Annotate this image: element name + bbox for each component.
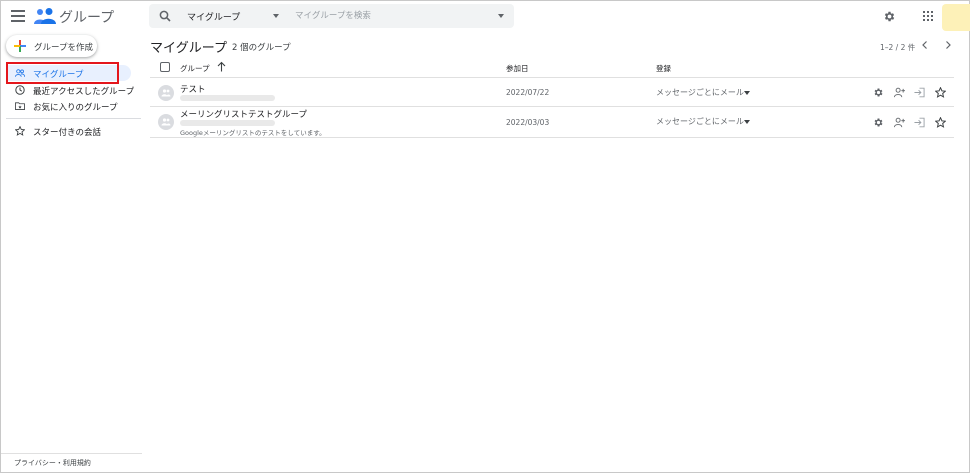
joined-date: 2022/03/03 xyxy=(506,118,550,127)
create-group-label: グループを作成 xyxy=(34,43,93,53)
scope-dropdown-icon[interactable] xyxy=(273,14,279,18)
sort-arrow-up-icon[interactable] xyxy=(217,61,226,72)
group-name[interactable]: テスト xyxy=(180,83,206,95)
joined-date: 2022/07/22 xyxy=(506,88,550,97)
sidebar-item-label: スター付きの会話 xyxy=(33,128,102,138)
privacy-terms-link[interactable]: プライバシー・利用規約 xyxy=(14,458,91,468)
subscription-select[interactable]: メッセージごとにメール xyxy=(656,116,744,127)
annotation-highlight-box xyxy=(6,62,119,84)
add-member-icon[interactable] xyxy=(894,87,905,98)
group-description: Googleメーリングリストのテストをしています。 xyxy=(180,129,326,137)
subscription-select[interactable]: メッセージごとにメール xyxy=(656,87,744,98)
sidebar-footer-divider xyxy=(1,453,142,454)
search-scope-label[interactable]: マイグループ xyxy=(187,10,240,23)
plus-icon xyxy=(14,40,26,52)
favorite-star-icon[interactable] xyxy=(935,117,946,128)
search-bar: マイグループ xyxy=(149,4,514,28)
folder-star-icon xyxy=(15,102,25,110)
chevron-right-icon[interactable] xyxy=(943,40,953,50)
search-options-icon[interactable] xyxy=(498,14,504,18)
group-email-redacted xyxy=(180,120,275,126)
group-settings-icon[interactable] xyxy=(873,87,884,98)
leave-group-icon[interactable] xyxy=(914,87,925,98)
chevron-left-icon[interactable] xyxy=(920,40,930,50)
group-name[interactable]: メーリングリストテストグループ xyxy=(180,108,307,120)
column-header-subscription: 登録 xyxy=(656,64,671,73)
page-title: マイグループ xyxy=(150,41,227,56)
star-icon xyxy=(15,126,25,136)
group-avatar xyxy=(158,114,174,130)
clock-icon xyxy=(15,85,25,95)
create-group-button[interactable]: グループを作成 xyxy=(6,35,97,57)
subscription-dropdown-icon[interactable] xyxy=(744,120,750,124)
sidebar-item-label: お気に入りのグループ xyxy=(33,103,118,113)
column-header-joined: 参加日 xyxy=(506,64,529,73)
group-count: 2 個のグループ xyxy=(232,43,291,53)
group-settings-icon[interactable] xyxy=(873,117,884,128)
subscription-dropdown-icon[interactable] xyxy=(744,91,750,95)
column-header-group[interactable]: グループ xyxy=(180,63,210,74)
apps-grid-icon[interactable] xyxy=(923,11,934,22)
search-icon[interactable] xyxy=(159,10,171,22)
settings-gear-icon[interactable] xyxy=(883,10,896,23)
group-avatar xyxy=(158,85,174,101)
sidebar-divider xyxy=(6,118,141,119)
sidebar-item-label: 最近アクセスしたグループ xyxy=(33,87,135,97)
app-title: グループ xyxy=(59,10,115,26)
groups-logo-icon xyxy=(34,8,56,24)
table-row[interactable]: テスト 2022/07/22 メッセージごとにメール xyxy=(150,79,954,107)
pagination-text: 1–2 / 2 件 xyxy=(880,43,916,52)
table-header: グループ 参加日 登録 xyxy=(150,58,954,78)
search-input[interactable] xyxy=(295,8,485,24)
account-avatar[interactable] xyxy=(942,4,970,31)
main-menu-icon[interactable] xyxy=(11,10,25,22)
sidebar-item-starred-conversations[interactable]: スター付きの会話 xyxy=(6,123,131,139)
group-email-redacted xyxy=(180,95,275,101)
favorite-star-icon[interactable] xyxy=(935,87,946,98)
sidebar-item-favorite-groups[interactable]: お気に入りのグループ xyxy=(6,98,131,114)
sidebar-item-recent-groups[interactable]: 最近アクセスしたグループ xyxy=(6,82,135,98)
leave-group-icon[interactable] xyxy=(914,117,925,128)
table-row[interactable]: メーリングリストテストグループ Googleメーリングリストのテストをしています… xyxy=(150,107,954,138)
select-all-checkbox[interactable] xyxy=(160,62,170,72)
add-member-icon[interactable] xyxy=(894,117,905,128)
